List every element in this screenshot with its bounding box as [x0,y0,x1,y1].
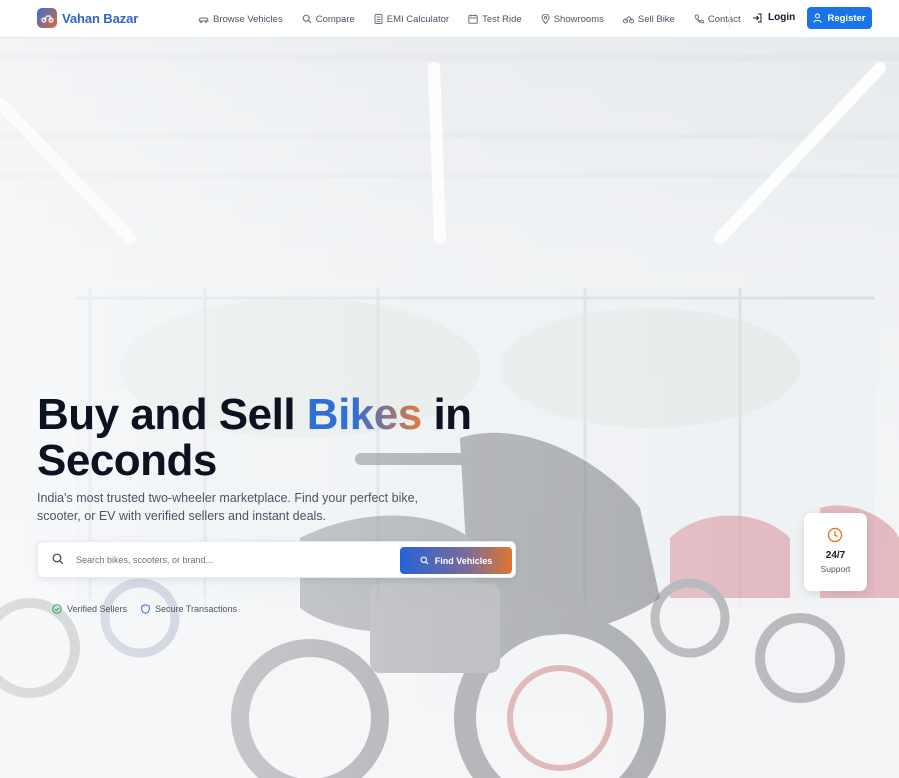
nav-item-sell-bike[interactable]: Sell Bike [622,13,675,25]
calendar-icon [468,14,478,24]
badge-verified-sellers: Verified Sellers [52,604,127,614]
nav-item-emi-calculator[interactable]: EMI Calculator [374,14,449,25]
car-icon [198,17,209,23]
login-button[interactable]: Login [752,12,795,23]
nav-item-showrooms[interactable]: Showrooms [541,14,604,25]
nav-item-contact[interactable]: Contact [694,14,741,25]
bike-icon [622,16,634,23]
support-value: 24/7 [825,550,846,561]
support-card: 24/7 Support [804,513,867,591]
clock-icon [827,527,843,543]
search-icon [302,14,312,24]
support-label: Support [820,564,851,574]
badge-label: Verified Sellers [67,604,128,614]
hero-headline: Buy and Sell Bikes in Seconds [37,392,507,484]
phone-icon [694,14,704,24]
scooter-icon [37,8,57,28]
shield-icon [141,604,150,614]
find-vehicles-button[interactable]: Find Vehicles [400,547,512,574]
check-circle-icon [52,604,62,614]
nav-item-label: Showrooms [553,13,604,25]
nav-item-label: Contact [707,13,741,25]
nav-item-browse-vehicles[interactable]: Browse Vehicles [198,14,283,25]
nav-item-label: Test Ride [482,13,522,25]
headline-part-1: Buy and Sell [37,390,307,439]
login-label: Login [768,12,796,23]
register-button[interactable]: Register [807,7,872,29]
headline-accent: Bikes [306,390,422,439]
brand-logo[interactable]: Vahan Bazar [37,8,138,28]
nav-item-label: Browse Vehicles [213,13,283,25]
badge-label: Secure Transactions [155,604,238,614]
brand-name: Vahan Bazar [62,10,139,26]
user-icon [813,13,823,23]
search-input[interactable] [76,550,396,570]
nav-item-label: Sell Bike [637,13,675,25]
login-icon [753,13,762,22]
hero-subtitle: India's most trusted two-wheeler marketp… [37,491,419,523]
nav-divider [729,9,730,29]
calculator-icon [374,14,383,24]
search-icon [52,553,64,565]
top-navbar: Vahan Bazar Browse Vehicles Compare EMI … [0,0,899,38]
nav-item-label: Compare [315,13,355,25]
search-icon [420,556,429,565]
badge-secure-transactions: Secure Transactions [141,604,237,614]
nav-item-compare[interactable]: Compare [302,14,355,25]
register-label: Register [827,12,866,24]
nav-item-test-ride[interactable]: Test Ride [468,14,522,25]
find-vehicles-label: Find Vehicles [434,555,493,566]
trust-badges: Verified Sellers Secure Transactions [52,604,237,614]
vehicle-search-bar: Find Vehicles [37,541,516,578]
map-pin-icon [541,14,550,24]
nav-links: Browse Vehicles Compare EMI Calculator T… [198,0,760,38]
nav-item-label: EMI Calculator [386,13,450,25]
